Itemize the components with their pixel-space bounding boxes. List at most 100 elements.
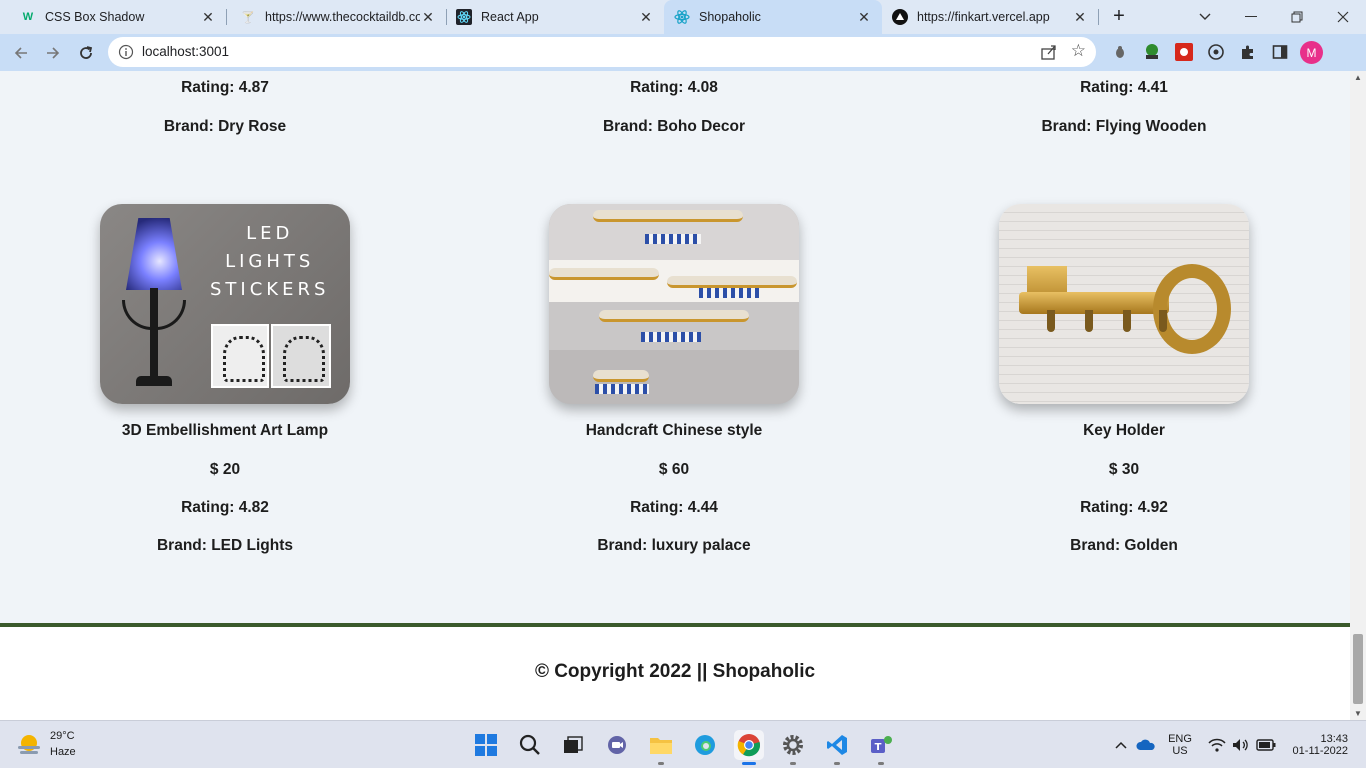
weather-temperature: 29°C (50, 730, 75, 742)
wifi-icon[interactable] (1206, 721, 1228, 768)
tab-cocktaildb[interactable]: 🍸 https://www.thecocktaildb.co ✕ (228, 0, 447, 34)
tab-shopaholic[interactable]: Shopaholic ✕ (664, 0, 882, 34)
close-icon[interactable]: ✕ (638, 9, 654, 26)
image-detail (699, 288, 759, 298)
windows-taskbar: 29°C Haze T ENG US 13:43 01-11-2022 (0, 720, 1366, 768)
site-footer: © Copyright 2022 || Shopaholic (0, 623, 1350, 720)
tab-title: React App (481, 10, 539, 24)
image-detail (641, 332, 701, 342)
tab-separator (226, 9, 227, 25)
clock-time: 13:43 (1320, 733, 1348, 745)
file-explorer-icon[interactable] (646, 730, 676, 765)
product-rating: Rating: 4.87 (181, 79, 269, 96)
close-window-icon[interactable] (1320, 0, 1366, 34)
product-brand: Brand: LED Lights (156, 537, 294, 554)
key-hook (1047, 310, 1055, 332)
footer-copyright: © Copyright 2022 || Shopaholic (534, 661, 816, 682)
lamp-shade (126, 218, 182, 290)
tab-title: https://www.thecocktaildb.co (265, 10, 420, 24)
product-name: 3D Embellishment Art Lamp (121, 422, 329, 439)
running-indicator (790, 762, 796, 765)
vercel-icon (892, 9, 908, 25)
close-icon[interactable]: ✕ (1072, 9, 1088, 26)
scrollbar-thumb[interactable] (1353, 634, 1363, 704)
running-indicator (878, 762, 884, 765)
side-panel-icon[interactable] (1270, 42, 1290, 62)
battery-icon[interactable] (1254, 721, 1278, 768)
tab-separator (1098, 9, 1099, 25)
image-detail (599, 310, 749, 322)
scroll-up-icon[interactable]: ▲ (1354, 73, 1362, 82)
weather-widget[interactable]: 29°C Haze (16, 729, 96, 761)
product-price: $ 30 (1108, 461, 1140, 478)
bug-extension-icon[interactable] (1110, 42, 1130, 62)
cocktail-icon: 🍸 (241, 11, 255, 24)
tab-finkart[interactable]: https://finkart.vercel.app ✕ (882, 0, 1099, 34)
lamp-stand (150, 288, 158, 378)
scroll-down-icon[interactable]: ▼ (1354, 709, 1362, 718)
language-indicator[interactable]: ENG US (1162, 721, 1198, 768)
key-hook (1159, 310, 1167, 332)
image-detail (593, 370, 649, 382)
start-icon[interactable] (471, 730, 501, 760)
react-icon (456, 9, 472, 25)
onedrive-cloud-icon[interactable] (1134, 721, 1158, 768)
edge-icon[interactable] (690, 730, 720, 760)
product-card[interactable]: LED LIGHTS STICKERS 3D Embellishment Art… (100, 204, 350, 564)
product-card[interactable]: Key Holder $ 30 Rating: 4.92 Brand: Gold… (999, 204, 1249, 564)
minimize-icon[interactable] (1228, 0, 1274, 34)
region-code: US (1172, 745, 1188, 757)
show-hidden-icons-chevron-icon[interactable] (1112, 721, 1130, 768)
running-indicator (834, 762, 840, 765)
vscode-icon[interactable] (822, 730, 852, 765)
site-info-icon[interactable] (118, 44, 134, 60)
product-price: $ 20 (209, 461, 241, 478)
tab-search-chevron-icon[interactable] (1182, 0, 1228, 34)
restore-icon[interactable] (1274, 0, 1320, 34)
page-scrollbar[interactable]: ▲ ▼ (1350, 71, 1366, 720)
key-hook (1123, 310, 1131, 332)
product-image-led-lamp[interactable]: LED LIGHTS STICKERS (100, 204, 350, 404)
new-tab-button[interactable]: + (1108, 5, 1130, 27)
address-bar[interactable]: localhost:3001 ☆ (108, 37, 1096, 67)
forward-button[interactable] (40, 40, 66, 66)
task-view-icon[interactable] (558, 730, 588, 760)
tree-extension-icon[interactable] (1142, 42, 1162, 62)
product-rating: Rating: 4.44 (630, 499, 718, 516)
back-button[interactable] (8, 40, 34, 66)
weather-condition: Haze (50, 746, 76, 758)
bookmark-star-icon[interactable]: ☆ (1071, 41, 1086, 61)
product-card[interactable]: Handcraft Chinese style $ 60 Rating: 4.4… (549, 204, 799, 564)
image-detail (667, 276, 797, 288)
close-icon[interactable]: ✕ (856, 9, 872, 26)
tab-react-app[interactable]: React App ✕ (446, 0, 664, 34)
red-extension-icon[interactable] (1174, 42, 1194, 62)
profile-avatar[interactable]: M (1300, 41, 1323, 64)
chat-icon[interactable] (602, 730, 632, 760)
running-indicator (658, 762, 664, 765)
close-icon[interactable]: ✕ (200, 9, 216, 26)
product-rating: Rating: 4.82 (181, 499, 269, 516)
product-rating: Rating: 4.41 (1080, 79, 1168, 96)
circle-extension-icon[interactable] (1206, 42, 1226, 62)
volume-icon[interactable] (1230, 721, 1252, 768)
teams-icon[interactable]: T (866, 730, 896, 765)
product-name: Key Holder (1083, 422, 1165, 439)
w3schools-icon: W (22, 11, 34, 23)
tab-css-box-shadow[interactable]: W CSS Box Shadow ✕ (8, 0, 227, 34)
chrome-icon[interactable] (734, 730, 764, 765)
image-detail (595, 384, 649, 394)
product-price: $ 60 (658, 461, 690, 478)
extensions-puzzle-icon[interactable] (1238, 42, 1258, 62)
product-image-chinese-style[interactable] (549, 204, 799, 404)
product-image-key-holder[interactable] (999, 204, 1249, 404)
clock[interactable]: 13:43 01-11-2022 (1282, 721, 1360, 768)
image-detail (593, 210, 743, 222)
settings-gear-icon[interactable] (778, 730, 808, 765)
share-icon[interactable] (1040, 43, 1058, 61)
search-icon[interactable] (515, 730, 545, 760)
tab-title: Shopaholic (699, 10, 761, 24)
clock-date: 01-11-2022 (1292, 745, 1348, 757)
reload-button[interactable] (73, 40, 99, 66)
close-icon[interactable]: ✕ (420, 9, 436, 26)
